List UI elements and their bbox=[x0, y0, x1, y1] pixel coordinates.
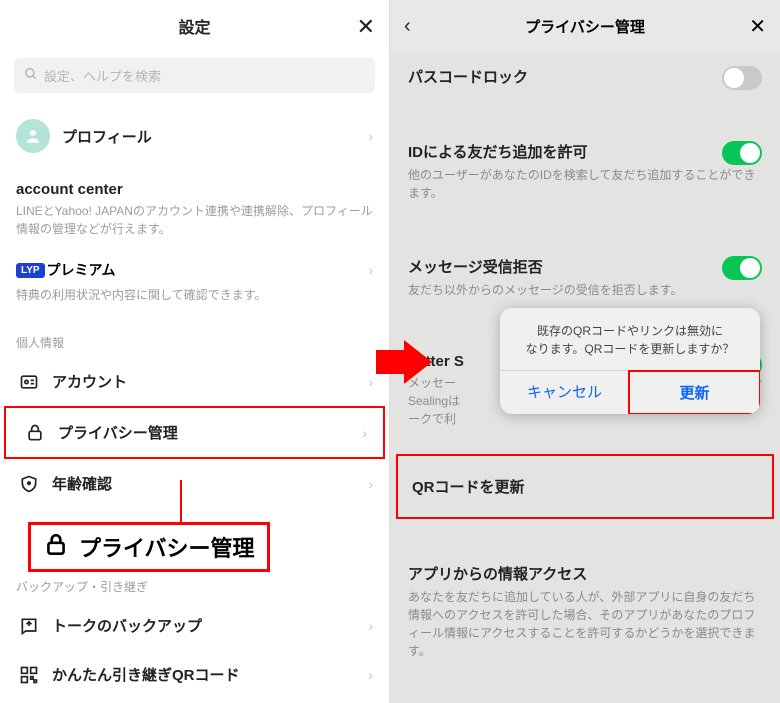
profile-label: プロフィール bbox=[62, 126, 152, 147]
id-add-label: IDによる友だち追加を許可 bbox=[408, 141, 762, 162]
backup-icon bbox=[16, 616, 42, 636]
search-placeholder: 設定、ヘルプを検索 bbox=[44, 66, 161, 85]
age-row[interactable]: 年齢確認 › bbox=[0, 459, 389, 508]
lyp-label: プレミアム bbox=[47, 260, 116, 280]
talk-backup-label: トークのバックアップ bbox=[52, 615, 202, 636]
confirm-dialog: 既存のQRコードやリンクは無効になります。QRコードを更新しますか？ キャンセル… bbox=[500, 308, 760, 414]
qr-icon bbox=[16, 665, 42, 685]
settings-title: 設定 bbox=[178, 14, 210, 38]
app-access-desc: あなたを友だちに追加している人が、外部アプリに自身の友だち情報へのアクセスを許可… bbox=[408, 588, 762, 660]
profile-row[interactable]: プロフィール › bbox=[0, 105, 389, 167]
lyp-desc: 特典の利用状況や内容に関して確認できます。 bbox=[0, 286, 389, 320]
chevron-right-icon: › bbox=[368, 262, 373, 278]
privacy-row[interactable]: プライバシー管理 › bbox=[4, 406, 385, 459]
shield-icon bbox=[16, 474, 42, 494]
search-input[interactable]: 設定、ヘルプを検索 bbox=[14, 58, 375, 93]
chevron-right-icon: › bbox=[368, 128, 373, 144]
passcode-label: パスコードロック bbox=[408, 66, 762, 87]
arrow-right-icon bbox=[376, 340, 432, 389]
back-icon[interactable]: ‹ bbox=[404, 15, 411, 38]
dialog-buttons: キャンセル 更新 bbox=[500, 370, 760, 414]
passcode-row[interactable]: パスコードロック bbox=[390, 52, 780, 101]
account-row[interactable]: アカウント › bbox=[0, 357, 389, 406]
chevron-right-icon: › bbox=[368, 667, 373, 683]
search-icon bbox=[24, 67, 38, 84]
msg-reject-label: メッセージ受信拒否 bbox=[408, 256, 762, 277]
msg-reject-toggle[interactable] bbox=[722, 256, 762, 280]
msg-reject-row[interactable]: メッセージ受信拒否 友だち以外からのメッセージの受信を拒否します。 bbox=[390, 242, 780, 313]
lock-icon bbox=[43, 532, 69, 563]
settings-screen: 設定 ✕ 設定、ヘルプを検索 プロフィール › account center L… bbox=[0, 0, 390, 703]
cancel-button[interactable]: キャンセル bbox=[500, 371, 629, 414]
account-center-title[interactable]: account center bbox=[0, 181, 389, 202]
id-add-row[interactable]: IDによる友だち追加を許可 他のユーザーがあなたのIDを検索して友だち追加するこ… bbox=[390, 127, 780, 216]
passcode-toggle[interactable] bbox=[722, 66, 762, 90]
qr-update-row[interactable]: QRコードを更新 bbox=[396, 454, 774, 519]
talk-backup-row[interactable]: トークのバックアップ › bbox=[0, 601, 389, 650]
close-icon[interactable]: ✕ bbox=[749, 14, 766, 39]
lyp-row[interactable]: LYP プレミアム › bbox=[0, 254, 389, 286]
ok-button[interactable]: 更新 bbox=[628, 370, 760, 414]
lyp-badge: LYP bbox=[16, 263, 45, 278]
avatar bbox=[16, 119, 50, 153]
settings-header: 設定 ✕ bbox=[0, 0, 389, 52]
close-icon[interactable]: ✕ bbox=[357, 14, 375, 40]
qr-update-label: QRコードを更新 bbox=[412, 476, 758, 497]
msg-reject-desc: 友だち以外からのメッセージの受信を拒否します。 bbox=[408, 281, 762, 299]
chevron-right-icon: › bbox=[362, 425, 367, 441]
connector-line bbox=[180, 480, 182, 524]
privacy-header: ‹ プライバシー管理 ✕ bbox=[390, 0, 780, 52]
chevron-right-icon: › bbox=[368, 618, 373, 634]
app-access-row[interactable]: アプリからの情報アクセス あなたを友だちに追加している人が、外部アプリに自身の友… bbox=[390, 549, 780, 674]
privacy-label: プライバシー管理 bbox=[58, 422, 178, 443]
age-label: 年齢確認 bbox=[52, 473, 112, 494]
account-icon bbox=[16, 372, 42, 392]
qr-transfer-row[interactable]: かんたん引き継ぎQRコード › bbox=[0, 650, 389, 699]
privacy-callout: プライバシー管理 bbox=[28, 522, 270, 572]
qr-transfer-label: かんたん引き継ぎQRコード bbox=[52, 664, 240, 685]
account-center-desc: LINEとYahoo! JAPANのアカウント連携や連携解除、プロフィール情報の… bbox=[0, 202, 389, 254]
callout-text: プライバシー管理 bbox=[79, 531, 255, 563]
chevron-right-icon: › bbox=[368, 374, 373, 390]
privacy-title: プライバシー管理 bbox=[525, 16, 645, 37]
account-label: アカウント bbox=[52, 371, 127, 392]
lock-icon bbox=[22, 423, 48, 443]
dialog-message: 既存のQRコードやリンクは無効になります。QRコードを更新しますか？ bbox=[500, 308, 760, 370]
chevron-right-icon: › bbox=[368, 476, 373, 492]
app-access-label: アプリからの情報アクセス bbox=[408, 563, 762, 584]
section-personal: 個人情報 bbox=[0, 320, 389, 357]
id-add-toggle[interactable] bbox=[722, 141, 762, 165]
id-add-desc: 他のユーザーがあなたのIDを検索して友だち追加することができます。 bbox=[408, 166, 762, 202]
